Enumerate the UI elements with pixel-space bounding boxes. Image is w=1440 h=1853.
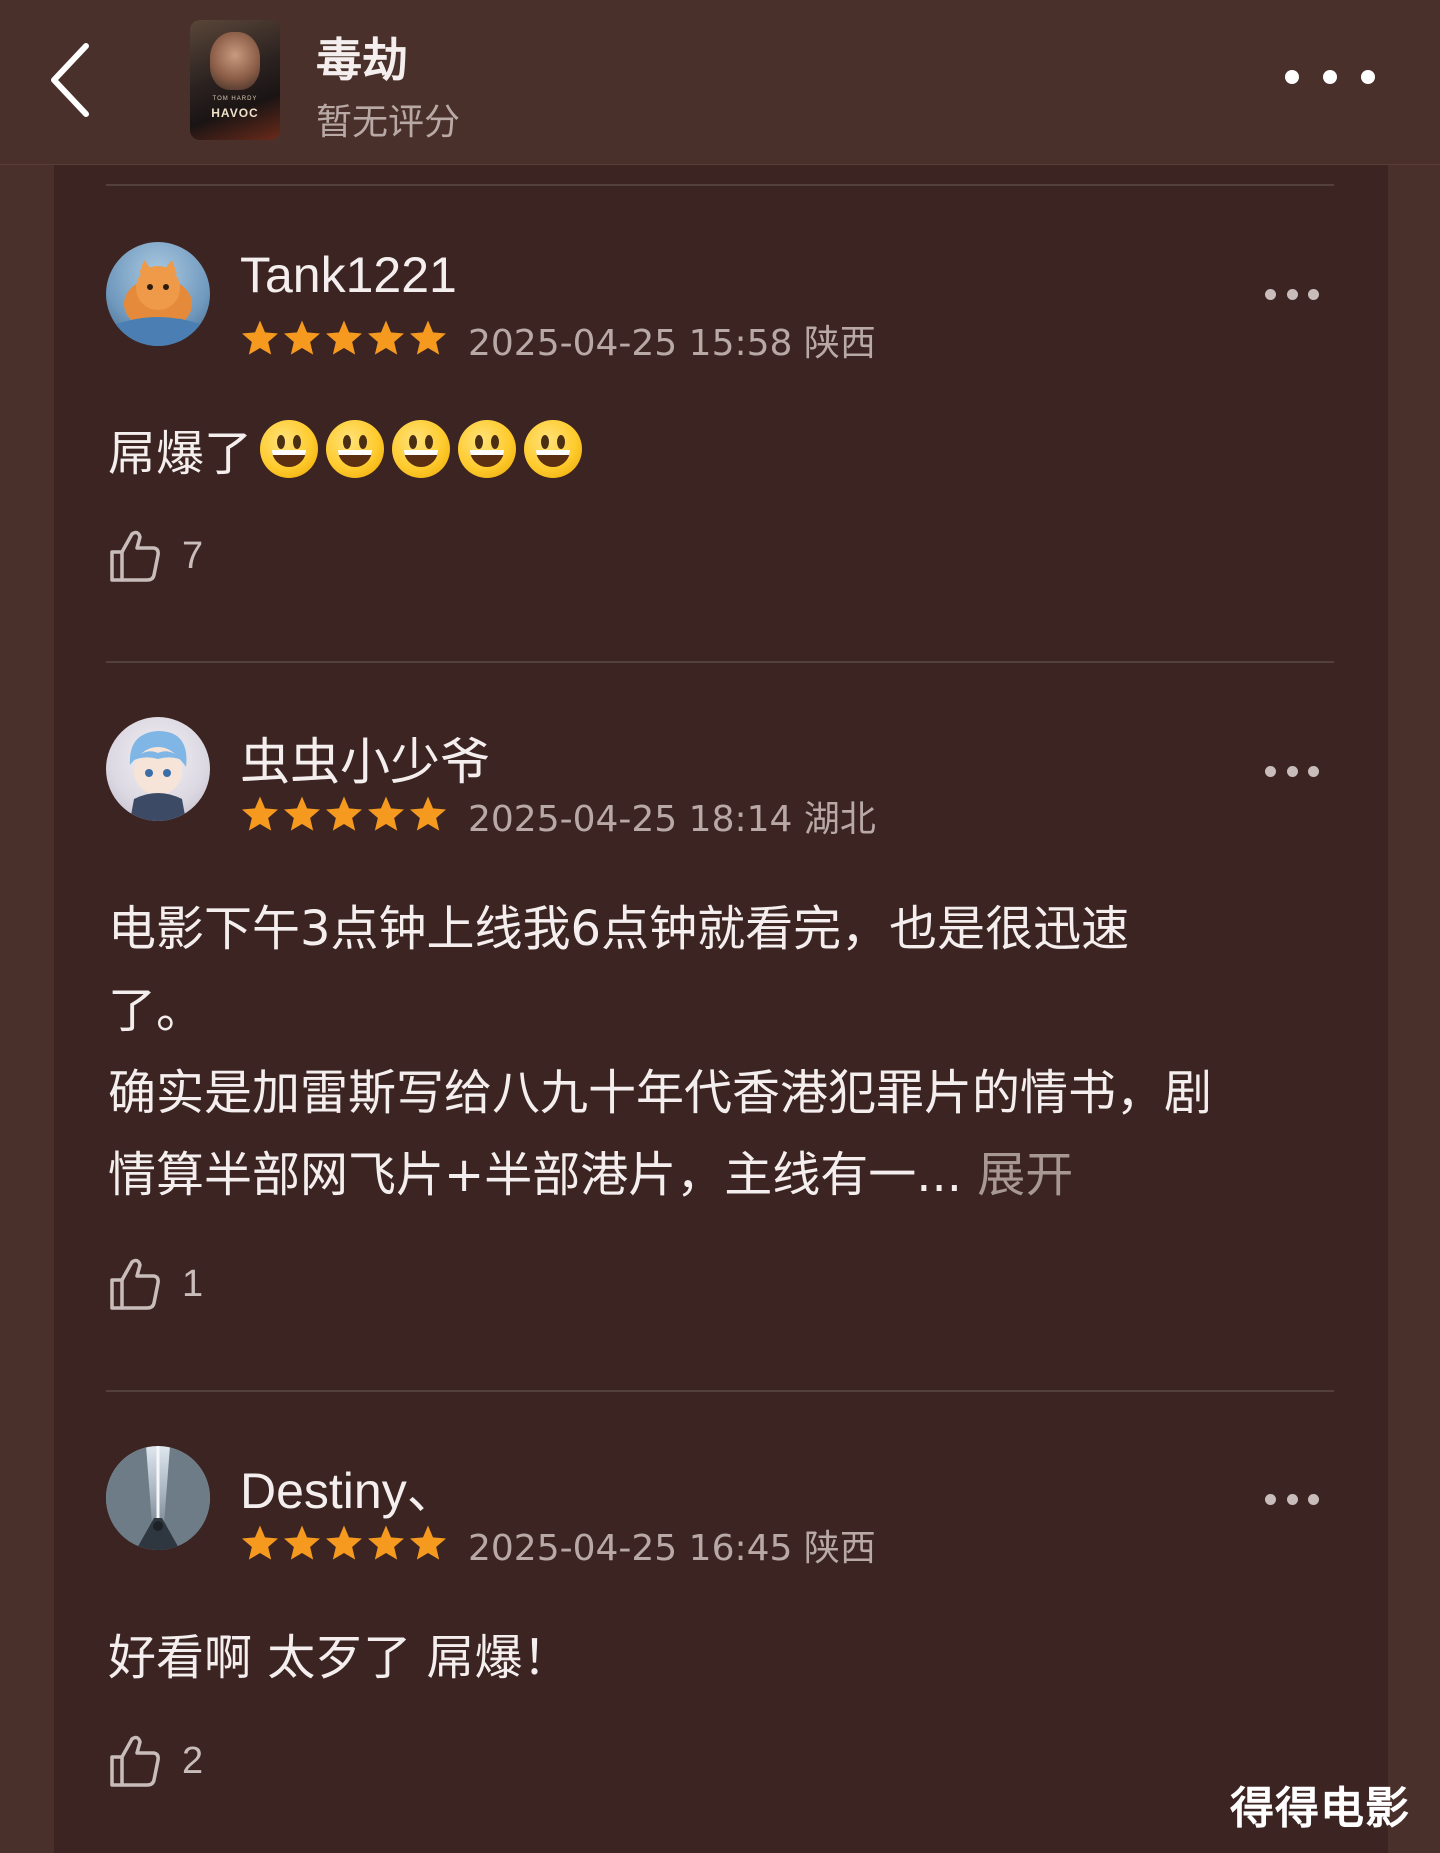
review-timestamp: 2025-04-25 18:14 [468, 799, 793, 840]
thumbs-up-icon [110, 1735, 160, 1787]
more-dots-icon [1265, 1493, 1276, 1505]
grinning-emoji-icon [524, 420, 583, 478]
star-icon [326, 320, 362, 355]
like-button[interactable]: 2 [108, 1733, 203, 1789]
movie-title: 毒劫 [316, 33, 408, 87]
movie-rating: 暂无评分 [316, 102, 461, 143]
back-button[interactable] [40, 40, 100, 120]
username[interactable]: Destiny、 [240, 1451, 457, 1523]
username[interactable]: Tank1221 [240, 246, 457, 304]
like-count: 2 [182, 1739, 204, 1782]
review-meta: 2025-04-25 15:58 陕西 [468, 314, 876, 366]
star-icon [410, 796, 446, 831]
review-timestamp: 2025-04-25 16:45 [468, 1528, 793, 1569]
avatar[interactable] [106, 717, 210, 821]
like-button[interactable]: 1 [108, 1256, 203, 1312]
star-icon [368, 796, 404, 831]
movie-poster[interactable]: TOM HARDY HAVOC [190, 20, 280, 140]
thumbs-up-icon [110, 530, 160, 582]
review-region: 陕西 [803, 1528, 876, 1569]
review-text-line: 情算半部网飞片+半部港片，主线有一... [108, 1147, 962, 1203]
review-text: 好看啊 太歹了 屌爆！ [108, 1630, 571, 1686]
star-icon [368, 1525, 404, 1560]
divider [106, 1390, 1334, 1392]
review-meta: 2025-04-25 16:45 陕西 [468, 1519, 876, 1571]
avatar[interactable] [106, 242, 210, 346]
anime-boy-avatar-image [129, 731, 187, 821]
review-text-line: 确实是加雷斯写给八九十年代香港犯罪片的情书，剧 [108, 1065, 1213, 1121]
star-icon [284, 320, 320, 355]
thumbs-up-icon [110, 1258, 160, 1310]
username[interactable]: 虫虫小少爷 [240, 722, 490, 794]
poster-title-text: HAVOC [211, 106, 259, 120]
like-count: 1 [182, 1262, 204, 1305]
star-icon [326, 796, 362, 831]
more-dots-icon [1285, 70, 1299, 84]
review-content[interactable]: 好看啊 太歹了 屌爆！ [108, 1617, 1338, 1699]
divider [106, 661, 1334, 663]
like-button[interactable]: 7 [108, 528, 203, 584]
grinning-emoji-icon [458, 420, 517, 478]
star-icon [284, 1525, 320, 1560]
back-chevron-icon [51, 43, 89, 117]
star-icon [326, 1525, 362, 1560]
avatar[interactable] [106, 1446, 210, 1550]
review-text-line: 电影下午3点钟上线我6点钟就看完，也是很迅速 [108, 901, 1130, 957]
star-rating [240, 318, 448, 358]
bridge-avatar-image [106, 1446, 210, 1550]
star-icon [284, 796, 320, 831]
poster-face-image [210, 32, 260, 90]
more-options-button[interactable] [1285, 62, 1375, 92]
more-dots-icon [1265, 765, 1276, 777]
more-dots-icon [1265, 288, 1276, 300]
expand-link[interactable]: 展开 [977, 1147, 1073, 1203]
review-region: 湖北 [803, 799, 876, 840]
star-icon [410, 320, 446, 355]
review-region: 陕西 [803, 323, 876, 364]
cat-avatar-image [116, 260, 200, 346]
grinning-emoji-icon [392, 420, 451, 478]
star-icon [242, 1525, 278, 1560]
review-more-button[interactable] [1265, 287, 1319, 301]
grinning-emoji-icon [326, 420, 385, 478]
review-text: 屌爆了 [108, 426, 253, 482]
divider [106, 184, 1334, 186]
star-icon [242, 796, 278, 831]
watermark: 得得电影 [1230, 1783, 1410, 1834]
star-rating [240, 1523, 448, 1563]
like-count: 7 [182, 534, 204, 577]
poster-actor-text: TOM HARDY [212, 96, 258, 102]
review-more-button[interactable] [1265, 764, 1319, 778]
grinning-emoji-icon [260, 420, 319, 478]
review-content[interactable]: 电影下午3点钟上线我6点钟就看完，也是很迅速 了。 确实是加雷斯写给八九十年代香… [108, 888, 1338, 1216]
review-more-button[interactable] [1265, 1492, 1319, 1506]
star-icon [410, 1525, 446, 1560]
star-rating [240, 794, 448, 834]
review-meta: 2025-04-25 18:14 湖北 [468, 790, 876, 842]
review-text-line: 了。 [108, 983, 205, 1039]
top-bar: TOM HARDY HAVOC 毒劫 暂无评分 [0, 0, 1440, 165]
review-timestamp: 2025-04-25 15:58 [468, 323, 793, 364]
star-icon [242, 320, 278, 355]
review-content[interactable]: 屌爆了 [108, 413, 1338, 495]
star-icon [368, 320, 404, 355]
